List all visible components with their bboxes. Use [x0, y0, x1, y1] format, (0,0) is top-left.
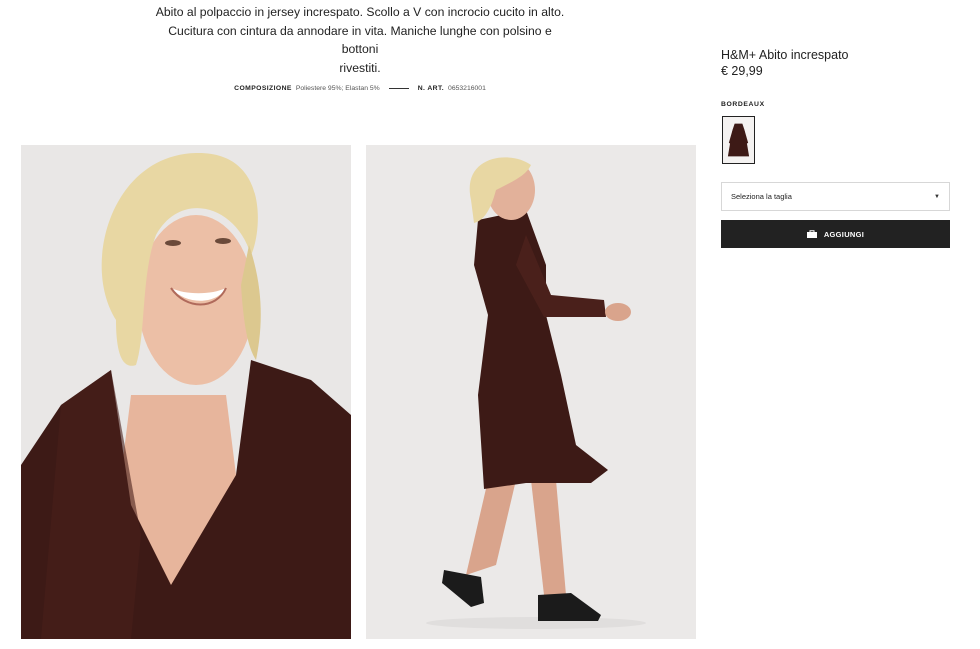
- color-swatch-bordeaux[interactable]: [722, 116, 755, 164]
- model-fullbody-image: [366, 145, 696, 639]
- meta-separator: [388, 88, 409, 89]
- product-photo-closeup[interactable]: [21, 145, 351, 639]
- product-price: € 29,99: [721, 64, 763, 78]
- model-closeup-image: [21, 145, 351, 639]
- composition-value: Poliestere 95%; Elastan 5%: [295, 85, 380, 92]
- description-line-2: Cucitura con cintura da annodare in vita…: [168, 23, 552, 57]
- add-to-bag-button[interactable]: AGGIUNGI: [721, 220, 950, 248]
- dress-thumbnail-icon: [725, 119, 752, 161]
- description-line-3: rivestiti.: [339, 60, 381, 75]
- product-photo-fullbody[interactable]: [366, 145, 696, 639]
- product-meta: COMPOSIZIONE Poliestere 95%; Elastan 5% …: [150, 85, 570, 92]
- color-name: BORDEAUX: [721, 101, 765, 108]
- caret-down-icon: ▼: [934, 193, 940, 200]
- product-description: Abito al polpaccio in jersey increspato.…: [150, 3, 570, 77]
- product-title: H&M+ Abito increspato: [721, 48, 849, 62]
- shopping-bag-icon: [806, 230, 817, 238]
- size-select[interactable]: Seleziona la taglia ▼: [721, 182, 950, 211]
- article-label: N. ART.: [417, 85, 445, 92]
- article-value: 0653216001: [448, 85, 486, 92]
- add-button-label: AGGIUNGI: [823, 229, 865, 239]
- description-line-1: Abito al polpaccio in jersey increspato.…: [155, 5, 565, 19]
- size-select-placeholder: Seleziona la taglia: [731, 192, 792, 201]
- composition-label: COMPOSIZIONE: [234, 85, 292, 92]
